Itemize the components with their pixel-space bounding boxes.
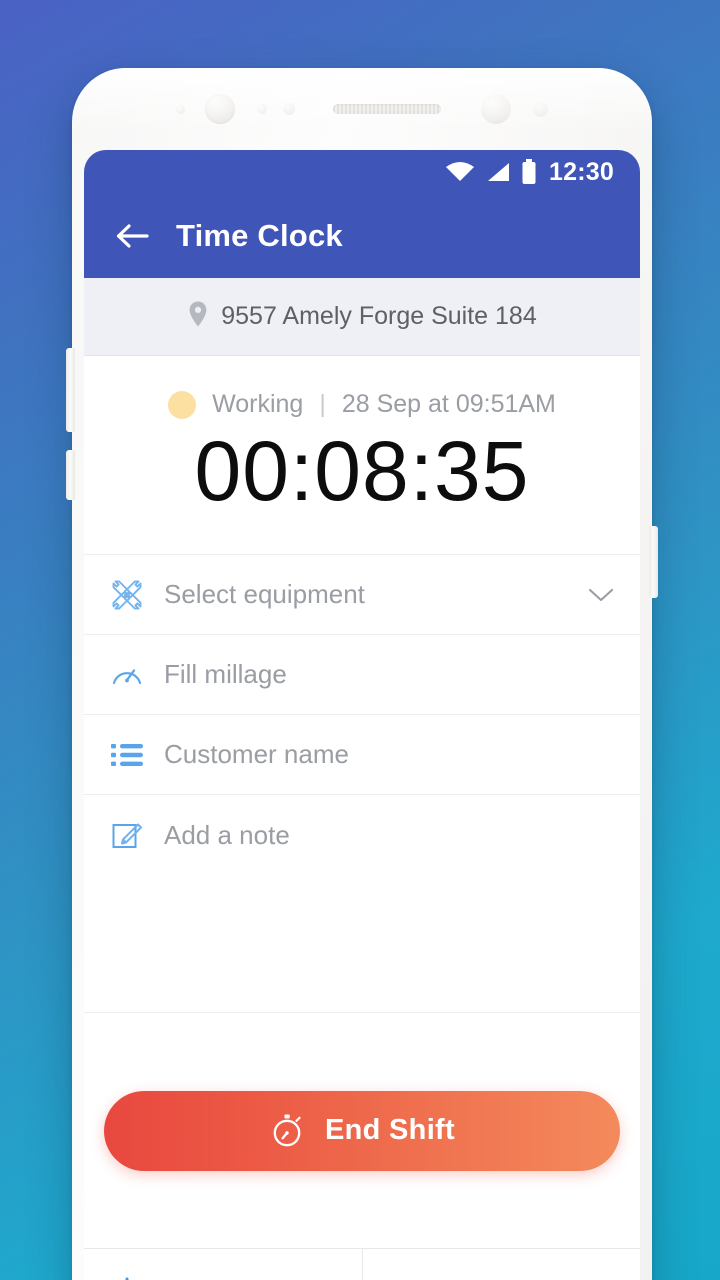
chevron-down-icon[interactable]: [588, 587, 614, 603]
status-bar-clock: 12:30: [549, 157, 614, 186]
light-sensor-icon: [533, 101, 548, 117]
edit-note-icon: [110, 818, 152, 852]
location-bar: 9557 Amely Forge Suite 184: [84, 278, 640, 356]
elapsed-timer: 00:08:35: [194, 424, 530, 518]
back-arrow-icon[interactable]: [106, 210, 158, 262]
shift-status-label: Working: [212, 390, 304, 418]
battery-full-icon: [521, 159, 537, 185]
page-title: Time Clock: [176, 218, 343, 253]
phone-screen: 12:30 Time Clock 9557 Amely Forge Suite …: [84, 150, 640, 1280]
volume-up-button[interactable]: [66, 348, 75, 432]
shift-fields-list: Select equipment Fill millage Customer n…: [84, 555, 640, 1014]
wifi-icon: [445, 160, 475, 184]
earpiece-speaker: [333, 104, 441, 114]
tools-wrench-icon: [110, 578, 152, 612]
timer-card: Working | 28 Sep at 09:51AM 00:08:35: [84, 356, 640, 556]
end-shift-label: End Shift: [325, 1114, 455, 1147]
stopwatch-icon: [269, 1109, 307, 1152]
camera-dot-icon: [257, 104, 267, 114]
phone-top-bezel: [72, 68, 652, 150]
field-label: Fill millage: [164, 659, 287, 690]
timesheet-button[interactable]: Timesheet: [361, 1249, 641, 1280]
field-row-fill-millage[interactable]: Fill millage: [84, 635, 640, 716]
field-label: Customer name: [164, 739, 349, 770]
cellular-signal-icon: [485, 160, 511, 184]
status-bar: 12:30: [84, 150, 640, 194]
speedometer-icon: [110, 658, 152, 692]
field-label: Select equipment: [164, 579, 365, 610]
phone-device-frame: 12:30 Time Clock 9557 Amely Forge Suite …: [66, 68, 658, 1280]
power-button[interactable]: [649, 526, 658, 598]
location-pin-icon: [187, 300, 209, 333]
end-shift-button[interactable]: End Shift: [104, 1090, 620, 1171]
volume-down-button[interactable]: [66, 450, 75, 500]
shift-start-datetime: 28 Sep at 09:51AM: [341, 390, 556, 418]
field-row-add-a-note[interactable]: Add a note: [84, 795, 640, 875]
field-label: Add a note: [164, 819, 290, 850]
front-camera-icon: [205, 94, 235, 124]
iris-sensor-icon: [481, 94, 511, 124]
shift-status-row: Working | 28 Sep at 09:51AM: [168, 390, 556, 419]
status-indicator-dot: [168, 390, 197, 419]
field-row-customer-name[interactable]: Customer name: [84, 715, 640, 796]
field-row-select-equipment[interactable]: Select equipment: [84, 555, 640, 636]
camera-dot-icon: [176, 104, 185, 114]
primary-action-area: End Shift: [84, 1013, 640, 1248]
camera-dot-icon: [283, 103, 295, 115]
status-separator: |: [319, 390, 326, 418]
location-address: 9557 Amely Forge Suite 184: [221, 302, 537, 330]
bottom-action-bar: Request leave: [84, 1248, 640, 1280]
bulleted-list-icon: [110, 741, 152, 769]
app-bar: Time Clock: [84, 194, 640, 278]
note-input-area[interactable]: [84, 875, 640, 1014]
request-leave-button[interactable]: Request leave: [84, 1249, 362, 1280]
